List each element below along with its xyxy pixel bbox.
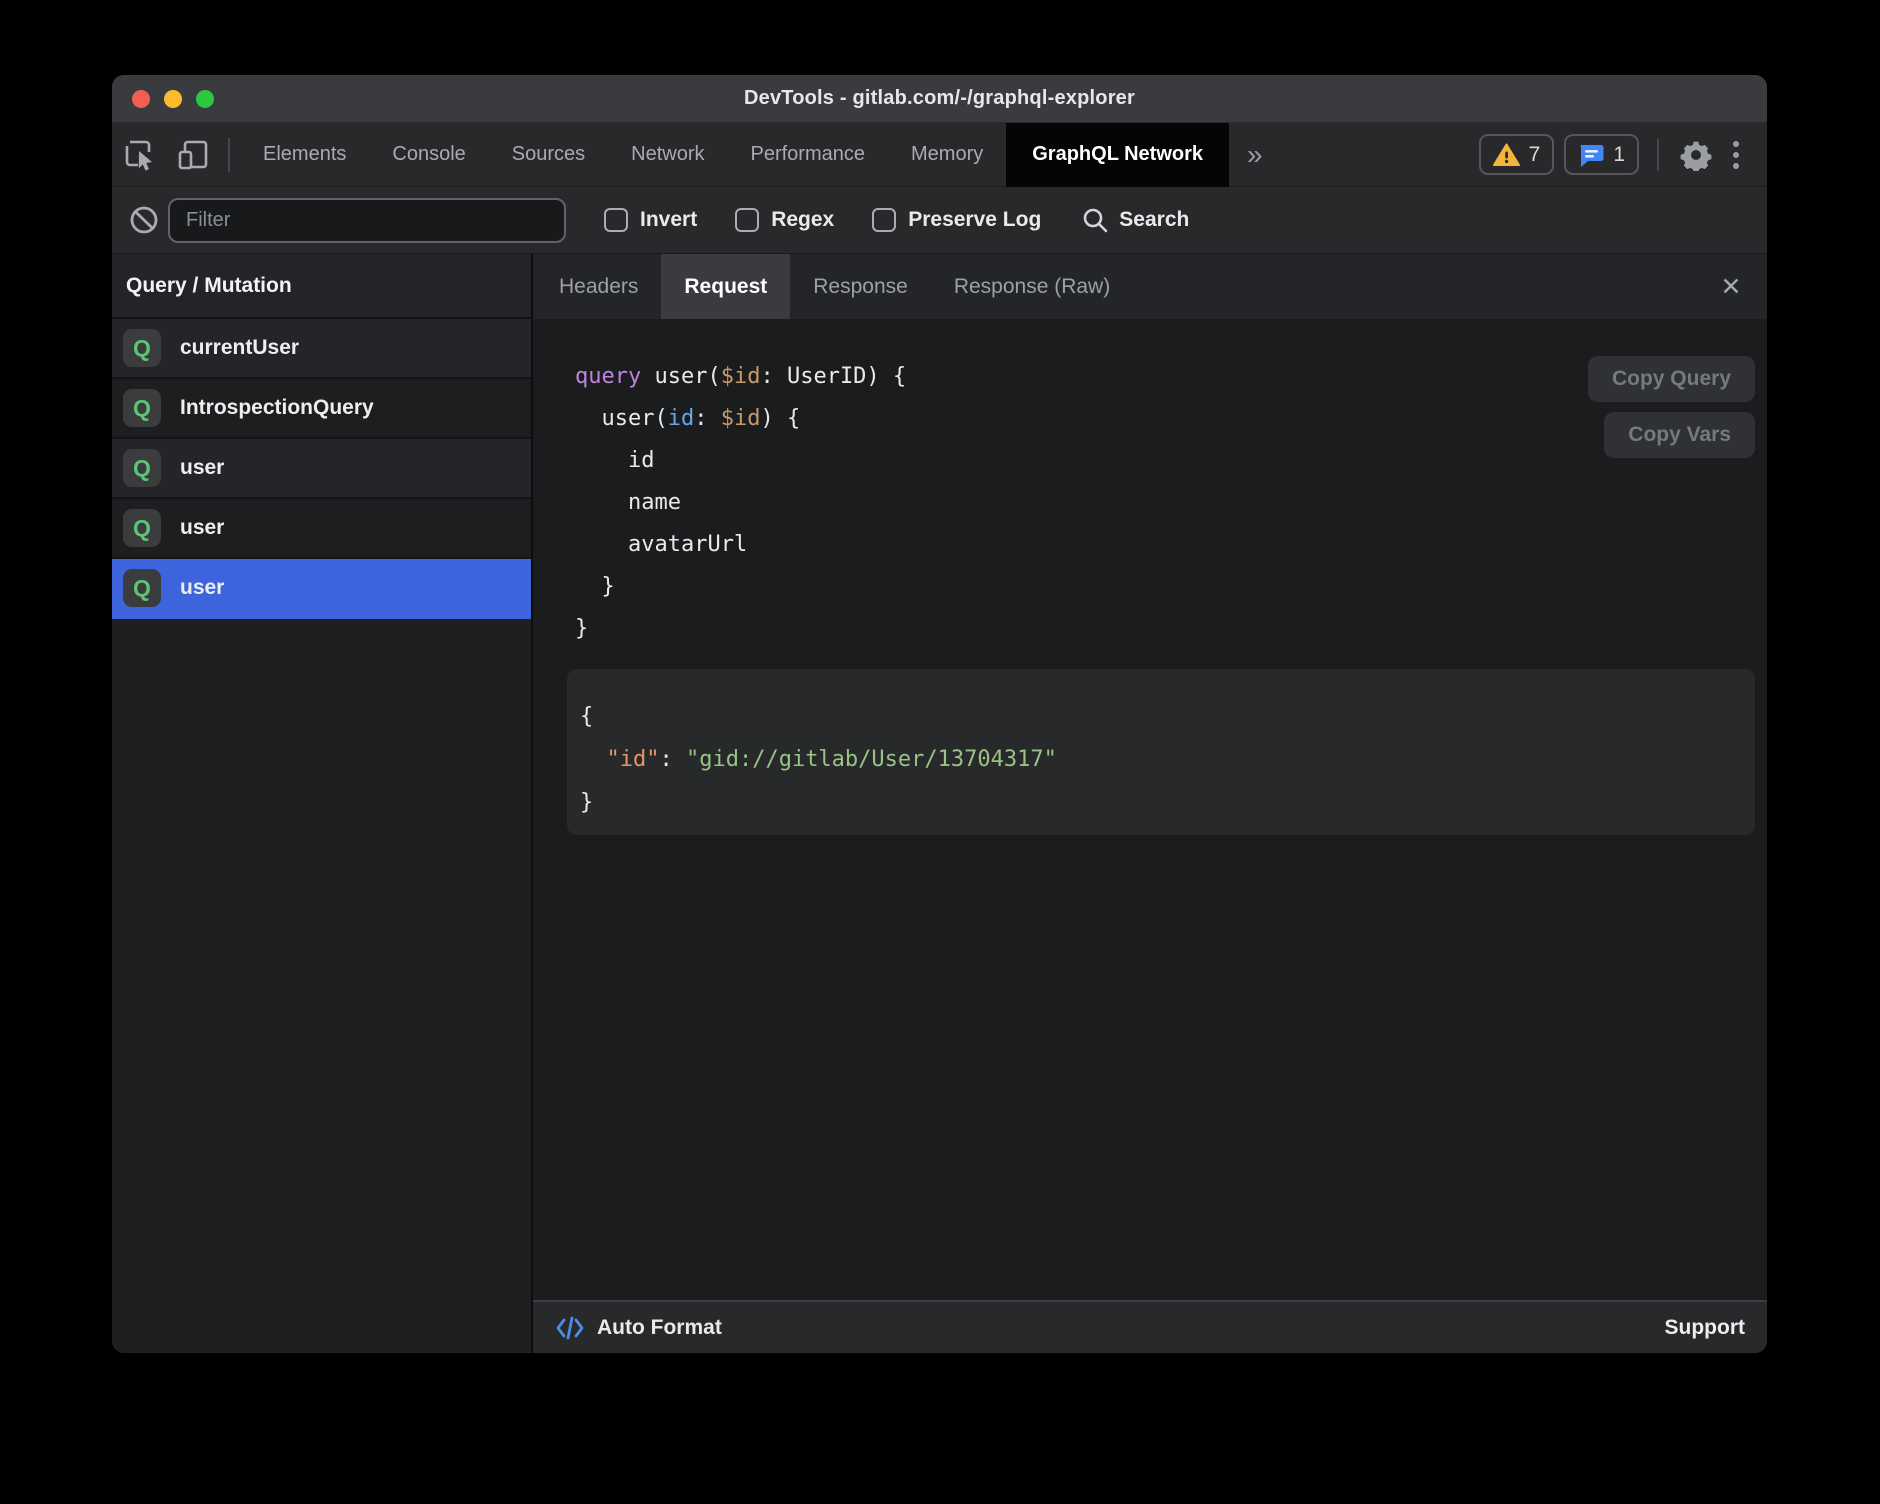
detail-tabs: Headers Request Response Response (Raw) … (533, 254, 1767, 319)
device-toolbar-icon (176, 138, 210, 172)
auto-format-label: Auto Format (597, 1316, 722, 1340)
query-type-badge: Q (123, 449, 161, 487)
status-bar: Auto Format Support (533, 1300, 1767, 1353)
warning-icon (1493, 143, 1520, 167)
list-item-introspectionquery[interactable]: Q IntrospectionQuery (112, 379, 531, 439)
regex-checkbox[interactable] (735, 208, 759, 232)
messages-count: 1 (1613, 143, 1625, 167)
code-line: id (575, 440, 906, 482)
tab-sources[interactable]: Sources (489, 123, 608, 187)
kebab-icon (1733, 141, 1739, 147)
request-content: query user($id: UserID) { user(id: $id) … (533, 319, 1767, 1300)
copy-buttons: Copy Query Copy Vars (1588, 356, 1755, 458)
preserve-log-label: Preserve Log (908, 208, 1041, 232)
devtools-window: DevTools - gitlab.com/-/graphql-explorer… (112, 75, 1767, 1353)
query-list-header: Query / Mutation (112, 254, 531, 319)
regex-checkbox-group[interactable]: Regex (735, 208, 834, 232)
toolbar-right-cluster: 7 1 (1469, 132, 1767, 178)
devtools-toolbar: Elements Console Sources Network Perform… (112, 123, 1767, 187)
tab-request[interactable]: Request (661, 254, 790, 319)
tab-graphql-network[interactable]: GraphQL Network (1006, 123, 1229, 187)
query-name: user (180, 576, 224, 600)
code-line: { (580, 695, 1755, 738)
toolbar-divider (228, 138, 230, 172)
query-name: user (180, 456, 224, 480)
invert-checkbox[interactable] (604, 208, 628, 232)
tab-response[interactable]: Response (790, 254, 931, 319)
code-line: } (575, 608, 906, 650)
preserve-log-checkbox-group[interactable]: Preserve Log (872, 208, 1041, 232)
chat-bubble-icon (1578, 142, 1604, 168)
invert-checkbox-group[interactable]: Invert (604, 208, 697, 232)
more-tabs-button[interactable]: » (1229, 141, 1281, 169)
code-format-icon (555, 1315, 585, 1341)
tab-memory[interactable]: Memory (888, 123, 1006, 187)
minimize-window-button[interactable] (164, 90, 182, 108)
list-item-user-2[interactable]: Q user (112, 499, 531, 559)
preserve-log-checkbox[interactable] (872, 208, 896, 232)
code-line: } (575, 566, 906, 608)
search-label: Search (1119, 208, 1189, 232)
list-item-currentuser[interactable]: Q currentUser (112, 319, 531, 379)
regex-label: Regex (771, 208, 834, 232)
list-item-user-3-selected[interactable]: Q user (112, 559, 531, 619)
close-icon[interactable]: ✕ (1709, 254, 1753, 319)
code-line: query user($id: UserID) { (575, 356, 906, 398)
query-list-panel: Query / Mutation Q currentUser Q Introsp… (112, 254, 533, 1353)
inspect-cursor-icon (124, 138, 158, 172)
query-name: IntrospectionQuery (180, 396, 374, 420)
query-type-badge: Q (123, 389, 161, 427)
title-bar: DevTools - gitlab.com/-/graphql-explorer (112, 75, 1767, 123)
app-body: Query / Mutation Q currentUser Q Introsp… (112, 254, 1767, 1353)
window-title: DevTools - gitlab.com/-/graphql-explorer (744, 87, 1135, 110)
code-line: avatarUrl (575, 524, 906, 566)
settings-button[interactable] (1673, 132, 1719, 178)
clear-requests-button[interactable] (120, 205, 168, 235)
tab-headers[interactable]: Headers (536, 254, 661, 319)
query-variables-box: { "id": "gid://gitlab/User/13704317"} (567, 669, 1755, 835)
query-name: currentUser (180, 336, 299, 360)
code-line: } (580, 781, 1755, 824)
query-name: user (180, 516, 224, 540)
traffic-lights (132, 75, 214, 122)
zoom-window-button[interactable] (196, 90, 214, 108)
query-type-badge: Q (123, 569, 161, 607)
warnings-count: 7 (1529, 143, 1541, 167)
query-type-badge: Q (123, 329, 161, 367)
copy-vars-button[interactable]: Copy Vars (1604, 412, 1755, 458)
support-link[interactable]: Support (1665, 1316, 1745, 1340)
list-item-user-1[interactable]: Q user (112, 439, 531, 499)
code-line: user(id: $id) { (575, 398, 906, 440)
tab-network[interactable]: Network (608, 123, 727, 187)
graphql-query-code: query user($id: UserID) { user(id: $id) … (575, 356, 906, 650)
messages-badge[interactable]: 1 (1564, 134, 1639, 175)
warnings-badge[interactable]: 7 (1479, 134, 1555, 175)
filter-input[interactable] (168, 198, 566, 243)
tab-elements[interactable]: Elements (240, 123, 369, 187)
devtools-menu-button[interactable] (1719, 141, 1753, 169)
inspect-element-button[interactable] (118, 132, 164, 178)
filter-bar: Invert Regex Preserve Log Search (112, 187, 1767, 254)
block-icon (129, 205, 159, 235)
request-detail-panel: Headers Request Response Response (Raw) … (533, 254, 1767, 1353)
close-window-button[interactable] (132, 90, 150, 108)
toolbar-right-divider (1657, 139, 1659, 171)
code-line: name (575, 482, 906, 524)
device-toolbar-button[interactable] (170, 132, 216, 178)
tab-response-raw[interactable]: Response (Raw) (931, 254, 1133, 319)
query-type-badge: Q (123, 509, 161, 547)
copy-query-button[interactable]: Copy Query (1588, 356, 1755, 402)
code-line: "id": "gid://gitlab/User/13704317" (580, 738, 1755, 781)
search-button[interactable]: Search (1081, 206, 1189, 234)
auto-format-button[interactable]: Auto Format (555, 1315, 722, 1341)
tab-console[interactable]: Console (369, 123, 488, 187)
search-icon (1081, 206, 1109, 234)
invert-label: Invert (640, 208, 697, 232)
gear-icon (1680, 139, 1712, 171)
tab-performance[interactable]: Performance (728, 123, 889, 187)
